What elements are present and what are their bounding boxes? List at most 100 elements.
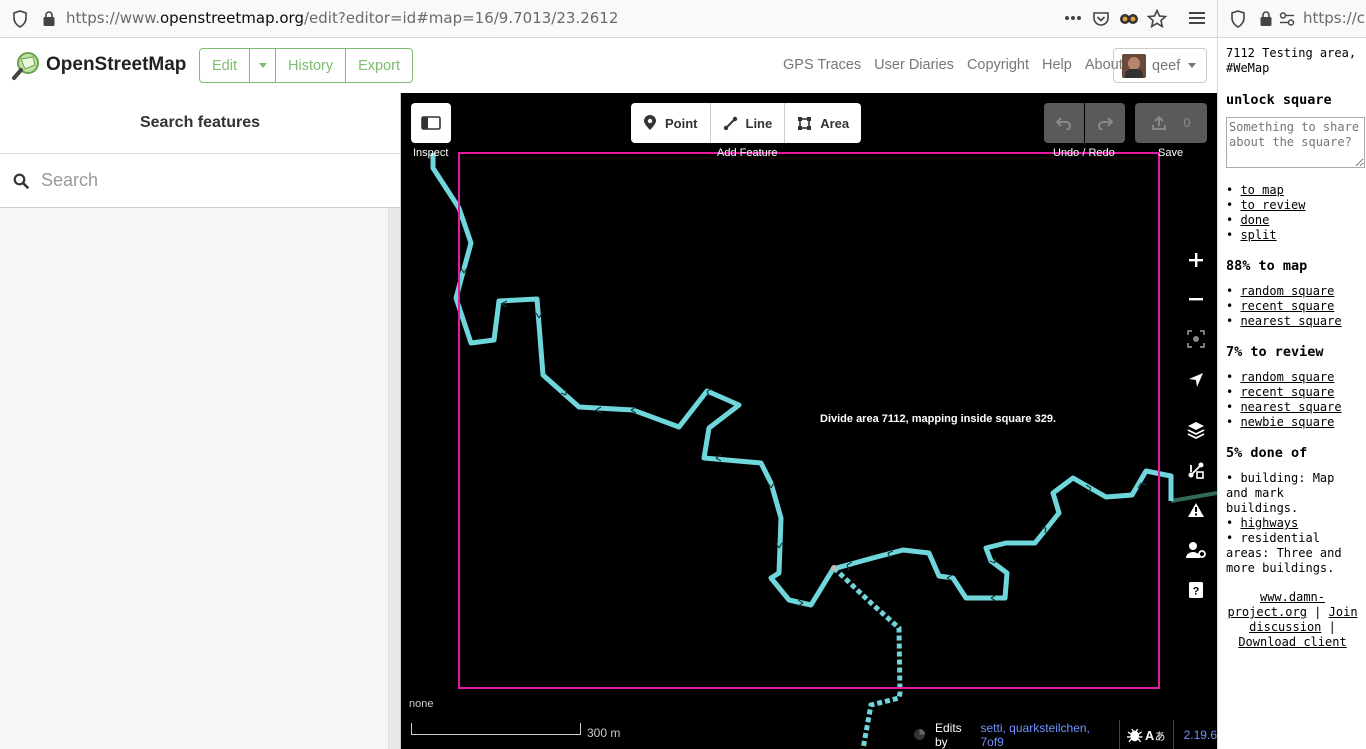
comment-textarea[interactable] (1226, 117, 1365, 168)
scale-bar[interactable] (411, 723, 581, 735)
save-button[interactable]: 0 (1135, 103, 1207, 143)
footer-divider (1172, 720, 1174, 749)
waterway-river[interactable] (430, 153, 1174, 608)
edit-button-group: Edit History Export (199, 48, 414, 83)
edit-dropdown-button[interactable] (250, 49, 276, 82)
download-client-link[interactable]: Download client (1238, 635, 1346, 649)
done-list: building: Map and mark buildings. highwa… (1226, 471, 1358, 576)
list-item: done (1226, 213, 1366, 228)
square-actions-list: to map to review done split (1226, 183, 1366, 243)
contributors-link[interactable]: setti, quarksteilchen, 7of9 (981, 721, 1113, 749)
nav-links: GPS Traces User Diaries Copyright Help A… (783, 57, 1136, 73)
history-button[interactable]: History (276, 49, 347, 82)
split-link[interactable]: split (1240, 228, 1276, 242)
map-vertex[interactable] (831, 565, 837, 571)
done-link[interactable]: done (1240, 213, 1269, 227)
lock-icon[interactable] (42, 10, 56, 27)
area-icon (798, 116, 812, 130)
sidebar-toggle-icon (421, 116, 441, 130)
warning-icon (1188, 503, 1204, 517)
inspect-toggle-button[interactable] (411, 103, 451, 143)
shield-icon[interactable] (12, 10, 28, 28)
plus-icon (1189, 253, 1203, 267)
redo-button[interactable] (1085, 103, 1125, 143)
background-layers-button[interactable] (1181, 415, 1211, 445)
zoom-in-button[interactable] (1181, 245, 1211, 275)
footer-divider (1118, 720, 1120, 749)
version-link[interactable]: 2.19.6 (1184, 728, 1217, 742)
hamburger-menu-icon[interactable] (1189, 11, 1205, 25)
layers-icon (1187, 422, 1205, 439)
extension-owl-icon[interactable] (1119, 11, 1139, 27)
to-review-link[interactable]: to review (1240, 198, 1305, 212)
list-item: newbie square (1226, 415, 1366, 430)
address-bar-2[interactable]: https://cli (1303, 9, 1366, 27)
user-menu-button[interactable]: qeef (1113, 48, 1207, 83)
nearest-square-link[interactable]: nearest square (1240, 400, 1341, 414)
translate-icon[interactable]: Aあ (1145, 727, 1166, 743)
nav-help[interactable]: Help (1042, 57, 1072, 73)
map-data-button[interactable] (1181, 455, 1211, 485)
map-features (430, 152, 1217, 749)
more-actions-icon[interactable] (1064, 15, 1082, 21)
newbie-square-link[interactable]: newbie square (1240, 415, 1334, 429)
to-review-list: random square recent square nearest squa… (1226, 370, 1366, 430)
osm-header: OpenStreetMap Edit History Export GPS Tr… (0, 38, 1217, 93)
nearest-square-link[interactable]: nearest square (1240, 314, 1341, 328)
random-square-link[interactable]: random square (1240, 370, 1334, 384)
bug-report-icon[interactable] (1126, 727, 1144, 743)
waterway-ditch[interactable] (832, 566, 903, 749)
preferences-button[interactable] (1181, 535, 1211, 565)
zoom-to-selection-button[interactable] (1181, 324, 1211, 354)
scale-label: 300 m (587, 726, 621, 740)
nav-copyright[interactable]: Copyright (967, 57, 1029, 73)
help-button[interactable]: ? (1181, 575, 1211, 605)
website-link[interactable]: www.damn-project.org (1227, 590, 1325, 619)
brand-name[interactable]: OpenStreetMap (46, 54, 186, 76)
osm-logo-icon[interactable] (11, 51, 41, 81)
add-area-button[interactable]: Area (785, 103, 861, 143)
footer-separator: | (1328, 620, 1336, 634)
point-pin-icon (644, 115, 656, 130)
nav-user-diaries[interactable]: User Diaries (874, 57, 954, 73)
add-feature-label: Add Feature (717, 147, 778, 159)
add-point-button[interactable]: Point (631, 103, 711, 143)
recent-square-link[interactable]: recent square (1240, 299, 1334, 313)
random-square-link[interactable]: random square (1240, 284, 1334, 298)
add-area-label: Area (820, 115, 850, 131)
to-map-link[interactable]: to map (1240, 183, 1283, 197)
pocket-icon[interactable] (1092, 10, 1110, 28)
recent-square-link[interactable]: recent square (1240, 385, 1334, 399)
url-prefix: https://www. (66, 9, 160, 27)
svg-text:あ: あ (1155, 729, 1166, 742)
to-map-heading: 88% to map (1226, 258, 1308, 274)
issues-button[interactable] (1181, 495, 1211, 525)
sidebar-scrollbar[interactable] (388, 208, 400, 749)
geolocate-button[interactable] (1181, 365, 1211, 395)
zoom-out-button[interactable] (1181, 285, 1211, 315)
bookmark-star-icon[interactable] (1147, 9, 1167, 28)
export-button[interactable]: Export (346, 49, 412, 82)
shield-icon[interactable] (1230, 10, 1246, 28)
search-input[interactable] (41, 170, 371, 191)
lock-icon[interactable] (1259, 10, 1273, 27)
add-line-label: Line (745, 115, 773, 131)
list-item: recent square (1226, 299, 1366, 314)
to-review-heading: 7% to review (1226, 344, 1324, 360)
nav-gps-traces[interactable]: GPS Traces (783, 57, 861, 73)
address-bar[interactable]: https://www.openstreetmap.org/edit?edito… (66, 9, 618, 27)
direction-markers (460, 267, 1147, 607)
svg-text:A: A (1145, 728, 1154, 742)
loading-spinner-icon (914, 729, 925, 740)
undo-button[interactable] (1044, 103, 1084, 143)
zoom-selection-icon (1187, 330, 1205, 348)
url-path: /edit?editor=id#map=16/9.7013/23.2612 (303, 9, 619, 27)
list-item: highways (1226, 516, 1358, 531)
highways-link[interactable]: highways (1240, 516, 1298, 530)
add-line-button[interactable]: Line (711, 103, 786, 143)
edit-button[interactable]: Edit (200, 49, 250, 82)
map-canvas[interactable]: Inspect Point Line Area Add Feature Undo… (401, 93, 1217, 749)
redo-icon (1098, 117, 1113, 130)
permissions-icon[interactable] (1279, 12, 1295, 26)
panel-footer: www.damn-project.org | Join discussion |… (1226, 590, 1359, 650)
